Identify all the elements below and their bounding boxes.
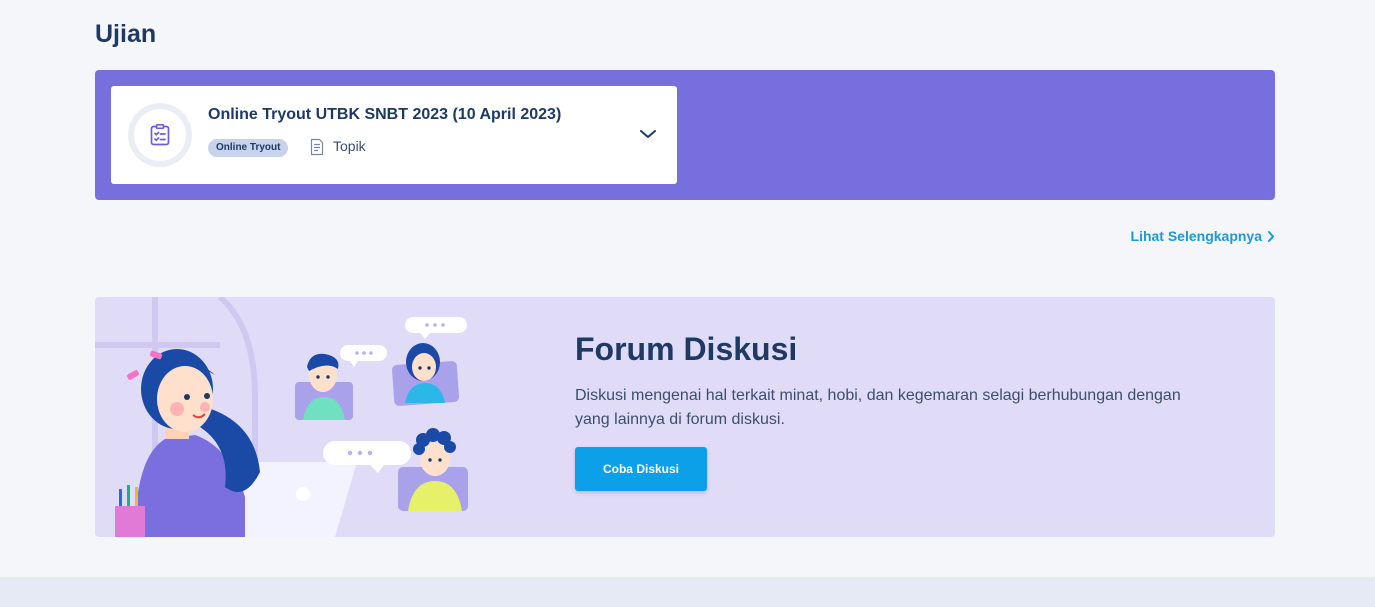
- exam-card[interactable]: Online Tryout UTBK SNBT 2023 (10 April 2…: [111, 86, 677, 184]
- try-discussion-button[interactable]: Coba Diskusi: [575, 447, 707, 491]
- document-icon: [310, 138, 324, 156]
- section-title: Ujian: [95, 20, 157, 48]
- forum-banner: Forum Diskusi Diskusi mengenai hal terka…: [95, 297, 1275, 537]
- exam-type-badge: Online Tryout: [208, 139, 289, 157]
- forum-description: Diskusi mengenai hal terkait minat, hobi…: [575, 387, 1181, 428]
- footer-strip: [0, 577, 1375, 607]
- exam-panel: Online Tryout UTBK SNBT 2023 (10 April 2…: [95, 70, 1275, 200]
- see-more-link[interactable]: Lihat Selengkapnya: [1131, 228, 1275, 244]
- chevron-down-icon[interactable]: [638, 127, 658, 141]
- forum-title: Forum Diskusi: [575, 331, 798, 367]
- see-more-label: Lihat Selengkapnya: [1130, 228, 1262, 244]
- forum-illustration: [95, 297, 468, 537]
- exam-title: Online Tryout UTBK SNBT 2023 (10 April 2…: [208, 106, 562, 123]
- clipboard-checklist-icon: [150, 123, 170, 146]
- exam-icon-ring: [128, 103, 192, 167]
- topic-label: Topik: [333, 138, 366, 154]
- chevron-right-icon: [1268, 230, 1274, 242]
